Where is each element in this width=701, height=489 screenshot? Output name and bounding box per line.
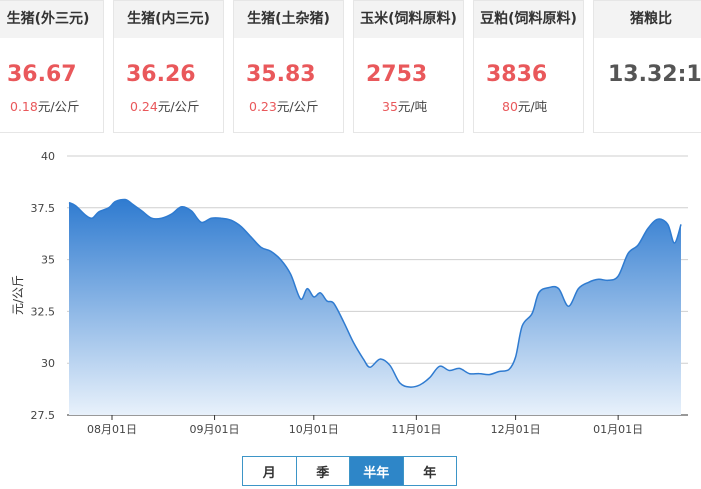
card-price: 2753 xyxy=(366,62,428,87)
change-value: 80 xyxy=(502,99,518,114)
change-value: 0.24 xyxy=(130,99,158,114)
x-tick-label: 12月01日 xyxy=(491,423,541,436)
card-change: 80元/吨 xyxy=(502,96,547,115)
price-chart: 元/公斤 27.5 30 32.5 35 37.5 40 08月01日 09月01日 10月01… xyxy=(0,145,701,437)
tab-month[interactable]: 月 xyxy=(243,457,297,485)
change-unit: 元/吨 xyxy=(397,99,428,114)
change-value: 35 xyxy=(382,99,398,114)
card-change: 35元/吨 xyxy=(382,96,427,115)
change-unit: 元/公斤 xyxy=(276,99,319,114)
card-title: 玉米(饲料原料) xyxy=(354,1,463,38)
change-unit: 元/公斤 xyxy=(157,99,200,114)
change-unit: 元/公斤 xyxy=(37,99,80,114)
card-price: 3836 xyxy=(486,62,548,87)
card-change: 0.24元/公斤 xyxy=(130,96,200,115)
tab-quarter[interactable]: 季 xyxy=(296,457,350,485)
x-tick-label: 01月01日 xyxy=(593,423,643,436)
card-pig-local[interactable]: 生猪(土杂猪) 35.83 0.23元/公斤 xyxy=(233,0,344,133)
tab-half-year[interactable]: 半年 xyxy=(350,457,404,485)
y-tick-label: 30 xyxy=(41,357,55,370)
card-title: 生猪(内三元) xyxy=(114,1,223,38)
card-pig-grain-ratio[interactable]: 猪粮比 13.32:1 xyxy=(593,0,701,133)
x-tick-label: 08月01日 xyxy=(87,423,137,436)
card-change: 0.23元/公斤 xyxy=(249,96,319,115)
card-pig-inner[interactable]: 生猪(内三元) 36.26 0.24元/公斤 xyxy=(113,0,224,133)
change-value: 0.18 xyxy=(10,99,38,114)
x-tick-label: 10月01日 xyxy=(289,423,339,436)
card-corn[interactable]: 玉米(饲料原料) 2753 35元/吨 xyxy=(353,0,464,133)
card-title: 猪粮比 xyxy=(594,1,701,38)
card-title: 生猪(外三元) xyxy=(0,1,103,38)
card-title: 生猪(土杂猪) xyxy=(234,1,343,38)
card-ratio: 13.32:1 xyxy=(608,62,701,87)
card-price: 36.26 xyxy=(126,62,196,87)
change-value: 0.23 xyxy=(249,99,277,114)
y-tick-label: 40 xyxy=(41,150,55,163)
price-chart-svg: 元/公斤 27.5 30 32.5 35 37.5 40 08月01日 09月01日 10月01… xyxy=(11,150,688,436)
period-tabs: 月 季 半年 年 xyxy=(242,456,457,486)
y-tick-label: 35 xyxy=(41,254,55,267)
price-cards: 生猪(外三元) 36.67 0.18元/公斤 生猪(内三元) 36.26 0.2… xyxy=(0,0,701,145)
x-tick-label: 11月01日 xyxy=(391,423,441,436)
y-tick-label: 32.5 xyxy=(31,305,56,318)
change-unit: 元/吨 xyxy=(517,99,548,114)
card-price: 35.83 xyxy=(246,62,316,87)
card-change: 0.18元/公斤 xyxy=(10,96,80,115)
y-axis-label: 元/公斤 xyxy=(11,275,25,315)
y-tick-label: 37.5 xyxy=(31,202,56,215)
tab-year[interactable]: 年 xyxy=(403,457,456,485)
card-title: 豆粕(饲料原料) xyxy=(474,1,583,38)
y-tick-label: 27.5 xyxy=(31,409,56,422)
card-price: 36.67 xyxy=(7,62,77,87)
card-pig-outer[interactable]: 生猪(外三元) 36.67 0.18元/公斤 xyxy=(0,0,104,133)
x-tick-label: 09月01日 xyxy=(190,423,240,436)
series-area xyxy=(69,199,681,415)
card-soymeal[interactable]: 豆粕(饲料原料) 3836 80元/吨 xyxy=(473,0,584,133)
